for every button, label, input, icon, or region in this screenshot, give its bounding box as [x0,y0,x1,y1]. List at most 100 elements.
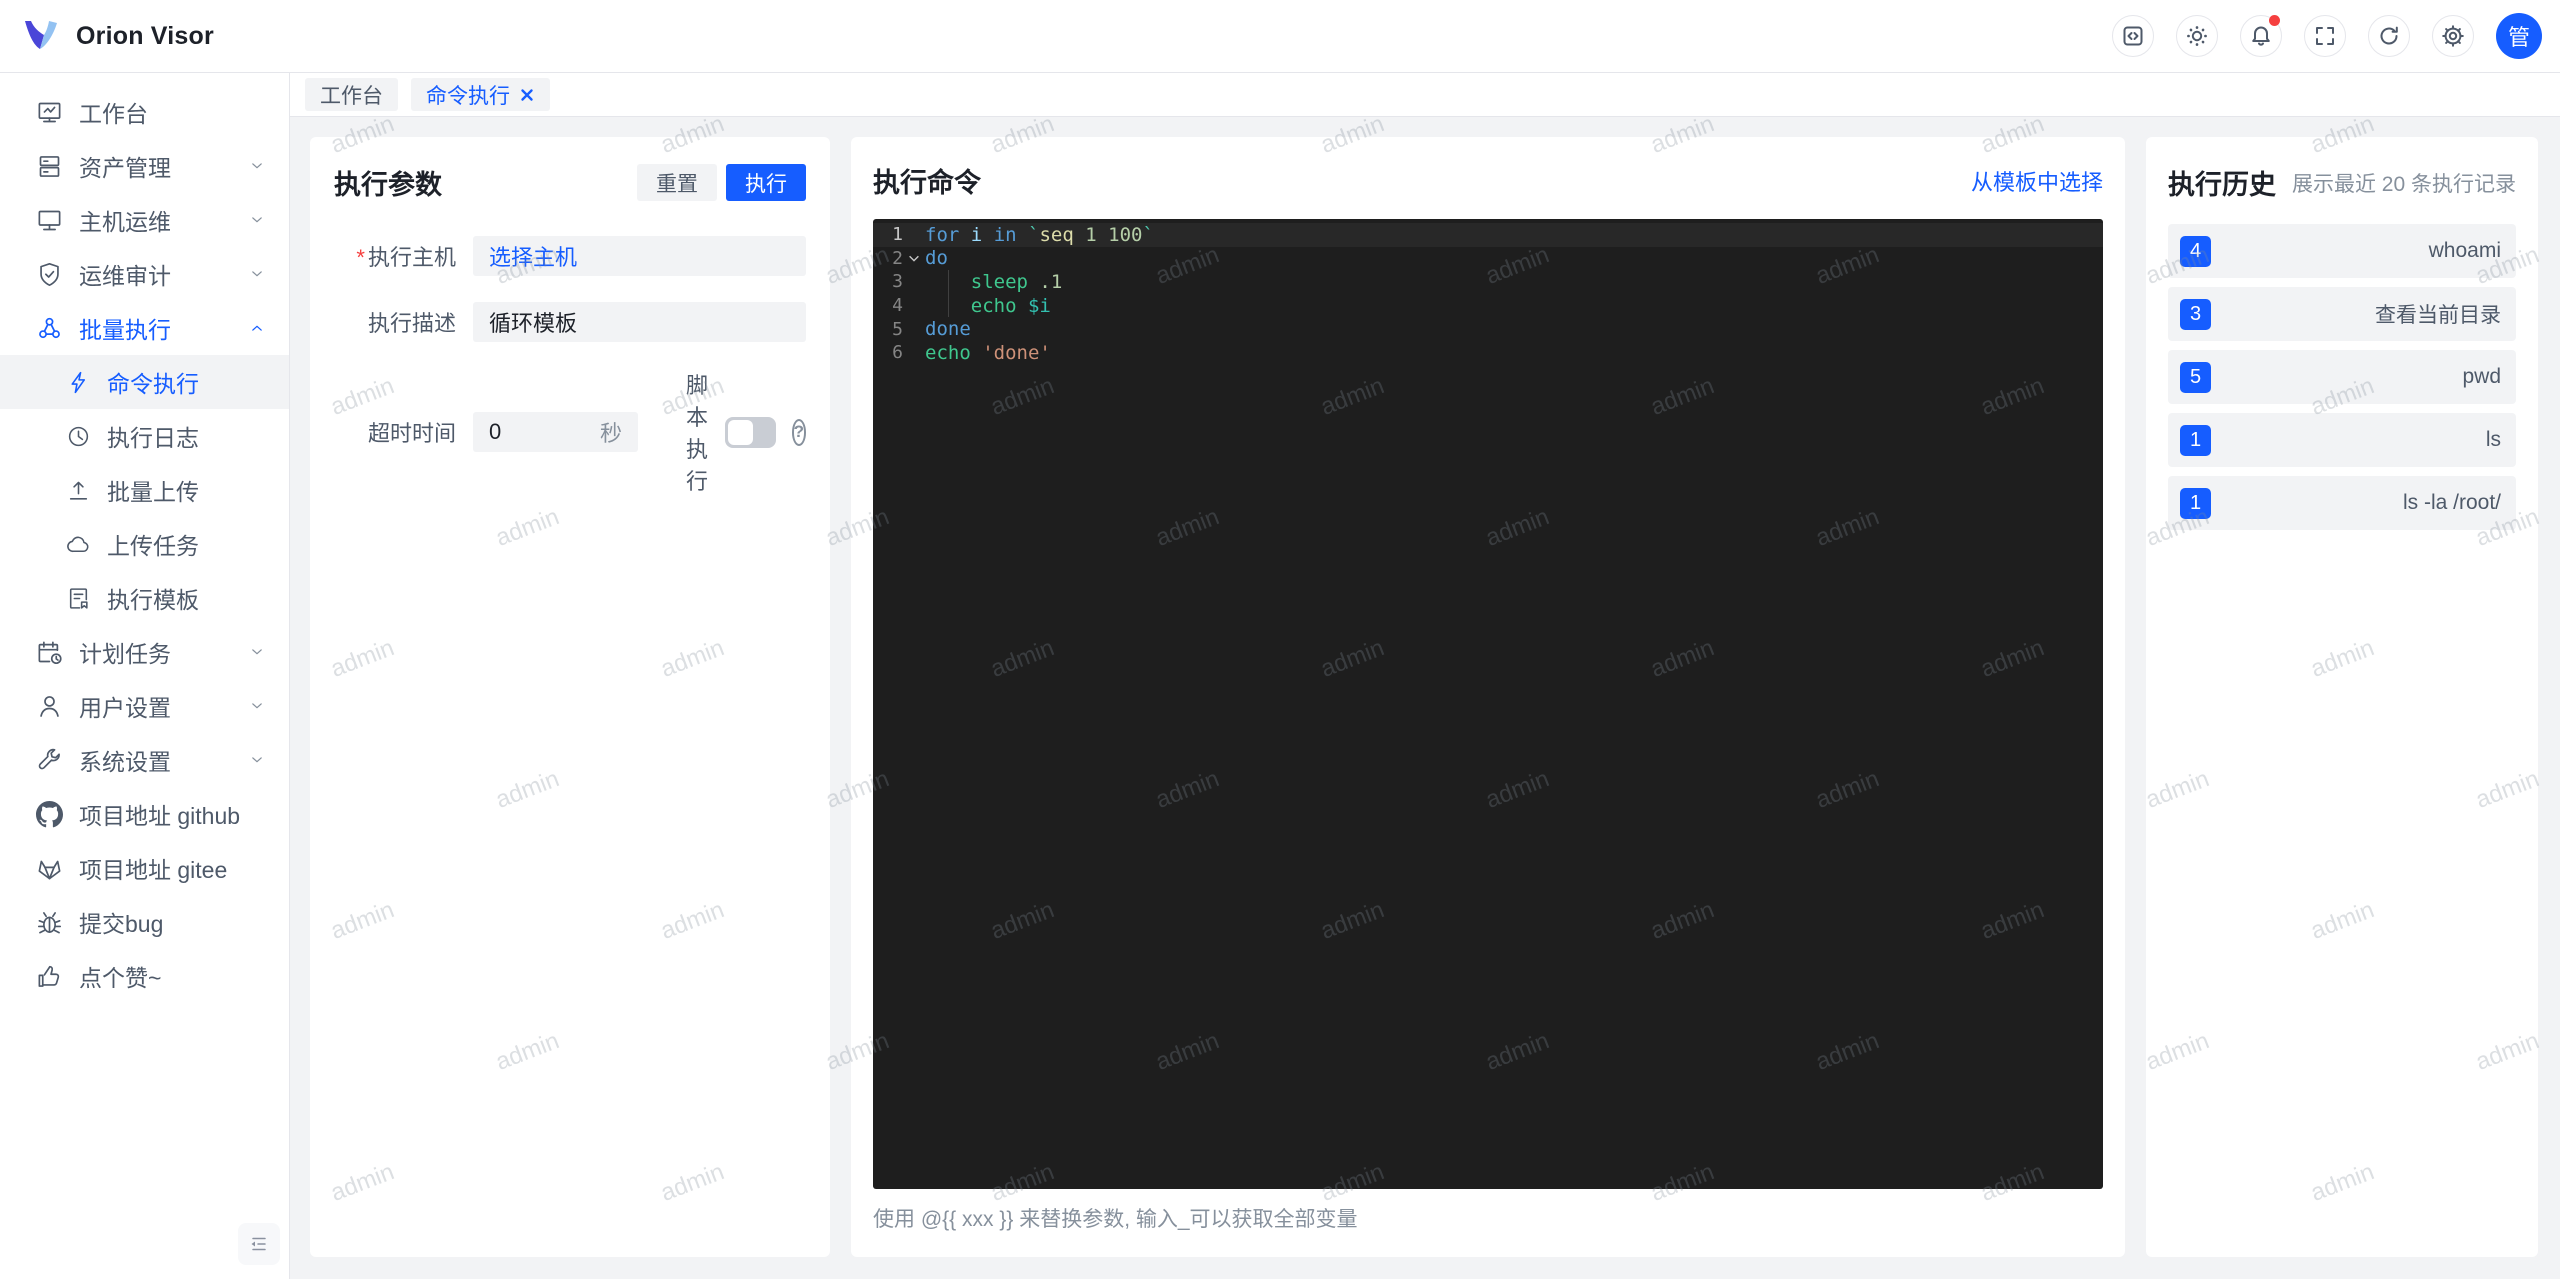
host-icon [36,207,63,234]
command-panel-title: 执行命令 [873,168,981,198]
theme-icon[interactable] [2176,15,2218,57]
exec-command-panel: 执行命令 从模板中选择 1 for i in `seq 1 100` 2 do … [851,137,2125,1257]
chevron-down-icon [247,210,267,230]
app-title: Orion Visor [76,21,214,50]
history-panel-title: 执行历史 [2168,170,2276,200]
sidebar-item-bug-report[interactable]: 提交bug [0,895,289,949]
exec-count-badge: 5 [2180,361,2211,393]
sidebar-item-gitee[interactable]: 项目地址 gitee [0,841,289,895]
sidebar-item-upload-tasks[interactable]: 上传任务 [0,517,289,571]
params-panel-title: 执行参数 [334,170,442,200]
sidebar-item-exec-template[interactable]: 执行模板 [0,571,289,625]
tab-workbench[interactable]: 工作台 [305,78,398,111]
chevron-down-icon [247,156,267,176]
help-icon: ? [791,418,806,446]
sidebar-item-workbench[interactable]: 工作台 [0,85,289,139]
select-from-template-link[interactable]: 从模板中选择 [1971,165,2103,197]
desc-input[interactable]: 循环模板 [473,302,806,342]
workbench-icon [36,99,63,126]
upload-icon [66,478,91,503]
sidebar-item-exec-log[interactable]: 执行日志 [0,409,289,463]
settings-icon[interactable] [2432,15,2474,57]
chevron-down-icon [247,696,267,716]
sidebar-item-user-settings[interactable]: 用户设置 [0,679,289,733]
fold-chevron-icon[interactable] [903,251,925,265]
sidebar-item-github[interactable]: 项目地址 github [0,787,289,841]
history-item[interactable]: 3 查看当前目录 [2168,287,2516,341]
code-line[interactable]: 6 echo 'done' [873,341,2103,365]
notification-dot [2269,15,2280,26]
host-field-label: * 执行主机 [356,245,456,270]
refresh-icon[interactable] [2368,15,2410,57]
sidebar-item-batch-exec[interactable]: 批量执行 [0,301,289,355]
sidebar-collapse-button[interactable] [238,1223,280,1265]
exec-icon [66,370,91,395]
exec-count-badge: 3 [2180,298,2211,330]
code-line[interactable]: 4 echo $i [873,293,2103,318]
reset-button[interactable]: 重置 [637,164,717,201]
exec-history-panel: 执行历史 展示最近 20 条执行记录 4 whoami 3 查看当前目录 5 p… [2146,137,2538,1257]
bug-icon [36,909,63,936]
code-line[interactable]: 2 do [873,247,2103,271]
cloud-icon [66,532,91,557]
sidebar: 工作台 资产管理 主机运维 运维审计 批量执行 命令执行 执行日志 批量上传 上… [0,73,290,1279]
code-square-icon[interactable] [2112,15,2154,57]
code-line[interactable]: 1 for i in `seq 1 100` [873,223,2103,247]
code-editor[interactable]: 1 for i in `seq 1 100` 2 do 3 sleep .1 4… [873,219,2103,1189]
exec-params-panel: 执行参数 重置 执行 * 执行主机 选择主机 执行描述 循环模板 超时时间 0 秒… [310,137,830,1257]
brand: Orion Visor [0,19,214,53]
log-icon [66,424,91,449]
like-icon [36,963,63,990]
system-icon [36,747,63,774]
topbar-actions: 管 [2112,13,2560,59]
logo-icon [25,21,57,49]
fullscreen-icon[interactable] [2304,15,2346,57]
gitee-icon [36,855,63,882]
host-select-link[interactable]: 选择主机 [489,240,577,272]
sidebar-item-host-ops[interactable]: 主机运维 [0,193,289,247]
tabbar: 工作台 命令执行 [290,73,2560,117]
template-icon [66,586,91,611]
code-line[interactable]: 5 done [873,317,2103,341]
chevron-down-icon [247,264,267,284]
required-mark: * [356,245,365,270]
timeout-input[interactable]: 0 秒 [473,412,638,452]
sidebar-item-command-exec[interactable]: 命令执行 [0,355,289,409]
script-exec-toggle[interactable] [724,416,776,448]
timeout-suffix: 秒 [599,421,622,446]
command-hint: 使用 @{{ xxx }} 来替换参数, 输入_可以获取全部变量 [873,1208,1358,1231]
sidebar-item-system-settings[interactable]: 系统设置 [0,733,289,787]
user-icon [36,693,63,720]
run-button[interactable]: 执行 [726,164,806,201]
history-item[interactable]: 5 pwd [2168,350,2516,404]
history-item[interactable]: 4 whoami [2168,224,2516,278]
main-content: 执行参数 重置 执行 * 执行主机 选择主机 执行描述 循环模板 超时时间 0 秒… [290,117,2560,1279]
audit-icon [36,261,63,288]
history-item[interactable]: 1 ls [2168,413,2516,467]
exec-count-badge: 1 [2180,424,2211,456]
topbar: Orion Visor 管 [0,0,2560,73]
desc-field-label: 执行描述 [367,311,456,336]
chevron-down-icon [247,750,267,770]
sidebar-item-batch-upload[interactable]: 批量上传 [0,463,289,517]
sidebar-item-audit[interactable]: 运维审计 [0,247,289,301]
batch-icon [36,315,63,342]
code-line[interactable]: 3 sleep .1 [873,270,2103,294]
exec-count-badge: 4 [2180,235,2211,267]
sidebar-item-scheduled-tasks[interactable]: 计划任务 [0,625,289,679]
avatar[interactable]: 管 [2496,13,2542,59]
host-select-field[interactable]: 选择主机 [473,236,806,276]
assets-icon [36,153,63,180]
timeout-field-label: 超时时间 [367,421,456,446]
history-subtitle: 展示最近 20 条执行记录 [2291,172,2516,196]
tab-close-icon[interactable] [519,87,535,103]
tab-command-exec[interactable]: 命令执行 [411,78,550,111]
exec-count-badge: 1 [2180,487,2211,519]
sidebar-item-assets[interactable]: 资产管理 [0,139,289,193]
github-icon [36,800,63,828]
chevron-up-icon [247,318,267,338]
script-exec-label: 脚本执行 [686,373,709,494]
notifications-icon[interactable] [2240,15,2282,57]
history-item[interactable]: 1 ls -la /root/ [2168,476,2516,530]
sidebar-item-like[interactable]: 点个赞~ [0,949,289,1003]
